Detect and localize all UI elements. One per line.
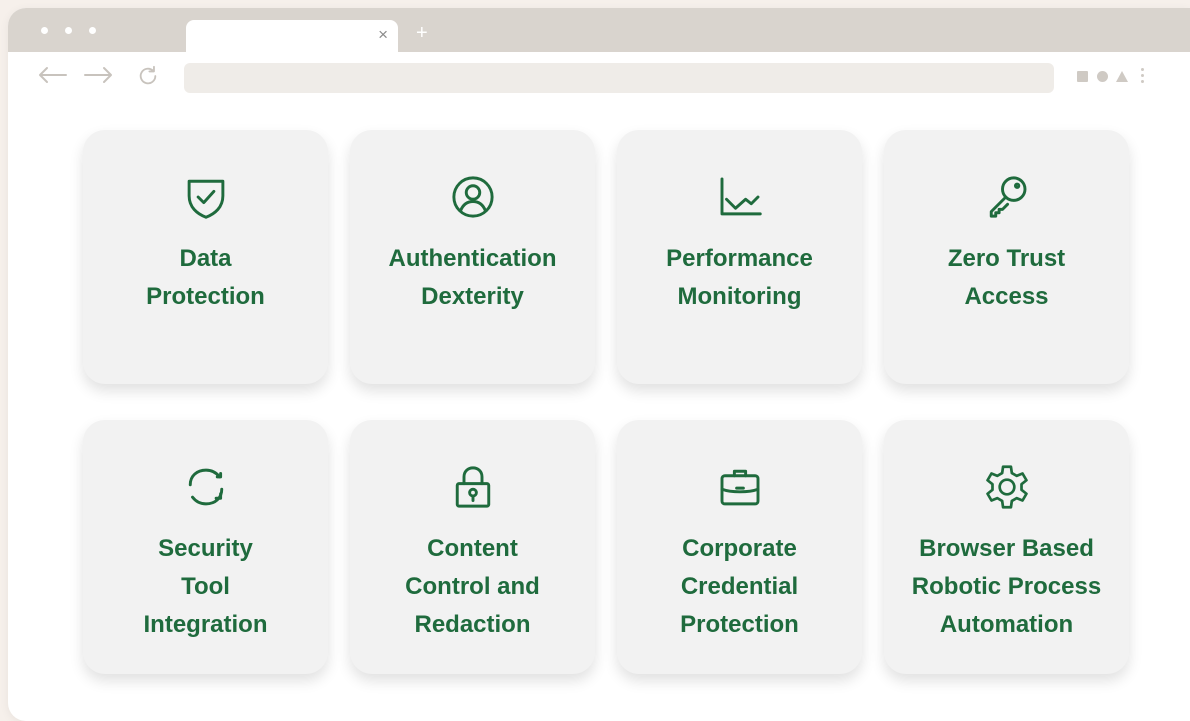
feature-label: Corporate Credential Protection — [680, 535, 799, 638]
feature-card-authentication-dexterity: Authentication Dexterity — [350, 130, 595, 384]
feature-card-performance-monitoring: Performance Monitoring — [617, 130, 862, 384]
feature-label: Browser Based Robotic Process Automation — [911, 535, 1102, 638]
user-circle-icon — [451, 176, 494, 218]
reload-icon[interactable] — [136, 65, 160, 87]
padlock-icon — [455, 466, 490, 508]
sync-arrows-icon — [188, 468, 223, 506]
feature-label: Data Protection — [146, 245, 265, 310]
feature-grid: Data Protection Authentication Dexterity… — [83, 130, 1129, 674]
extension-circle-icon[interactable] — [1097, 71, 1108, 82]
feature-card-security-tool-integration: Security Tool Integration — [83, 420, 328, 674]
feature-label: Content Control and Redaction — [405, 535, 540, 638]
shield-check-icon — [187, 179, 224, 219]
key-icon — [989, 176, 1026, 218]
feature-card-content-control-redaction: Content Control and Redaction — [350, 420, 595, 674]
browser-toolbar — [8, 52, 1190, 102]
feature-card-data-protection: Data Protection — [83, 130, 328, 384]
feature-card-browser-rpa: Browser Based Robotic Process Automation — [884, 420, 1129, 674]
browser-tab-active[interactable]: × — [186, 20, 398, 52]
window-minimize-dot[interactable] — [65, 27, 72, 34]
feature-card-corporate-credential-protection: Corporate Credential Protection — [617, 420, 862, 674]
feature-label: Zero Trust Access — [947, 245, 1066, 310]
back-arrow-icon[interactable] — [36, 65, 68, 85]
address-bar[interactable] — [184, 63, 1054, 93]
feature-label: Security Tool Integration — [143, 535, 268, 638]
window-close-dot[interactable] — [41, 27, 48, 34]
feature-label: Authentication Dexterity — [388, 245, 557, 310]
extension-triangle-icon[interactable] — [1116, 71, 1128, 82]
line-chart-icon — [720, 177, 762, 216]
feature-label: Performance Monitoring — [666, 245, 813, 310]
extension-square-icon[interactable] — [1077, 71, 1088, 82]
window-maximize-dot[interactable] — [89, 27, 96, 34]
feature-card-zero-trust-access: Zero Trust Access — [884, 130, 1129, 384]
new-tab-icon[interactable]: + — [416, 23, 428, 43]
gear-icon — [985, 465, 1028, 509]
tab-strip: × + — [8, 8, 1190, 52]
browser-menu-icon[interactable] — [1141, 68, 1144, 86]
forward-arrow-icon[interactable] — [83, 65, 115, 85]
briefcase-icon — [720, 469, 759, 506]
tab-close-icon[interactable]: × — [378, 25, 388, 45]
browser-window: × + Data Protection Authentication Dexte… — [8, 8, 1190, 721]
